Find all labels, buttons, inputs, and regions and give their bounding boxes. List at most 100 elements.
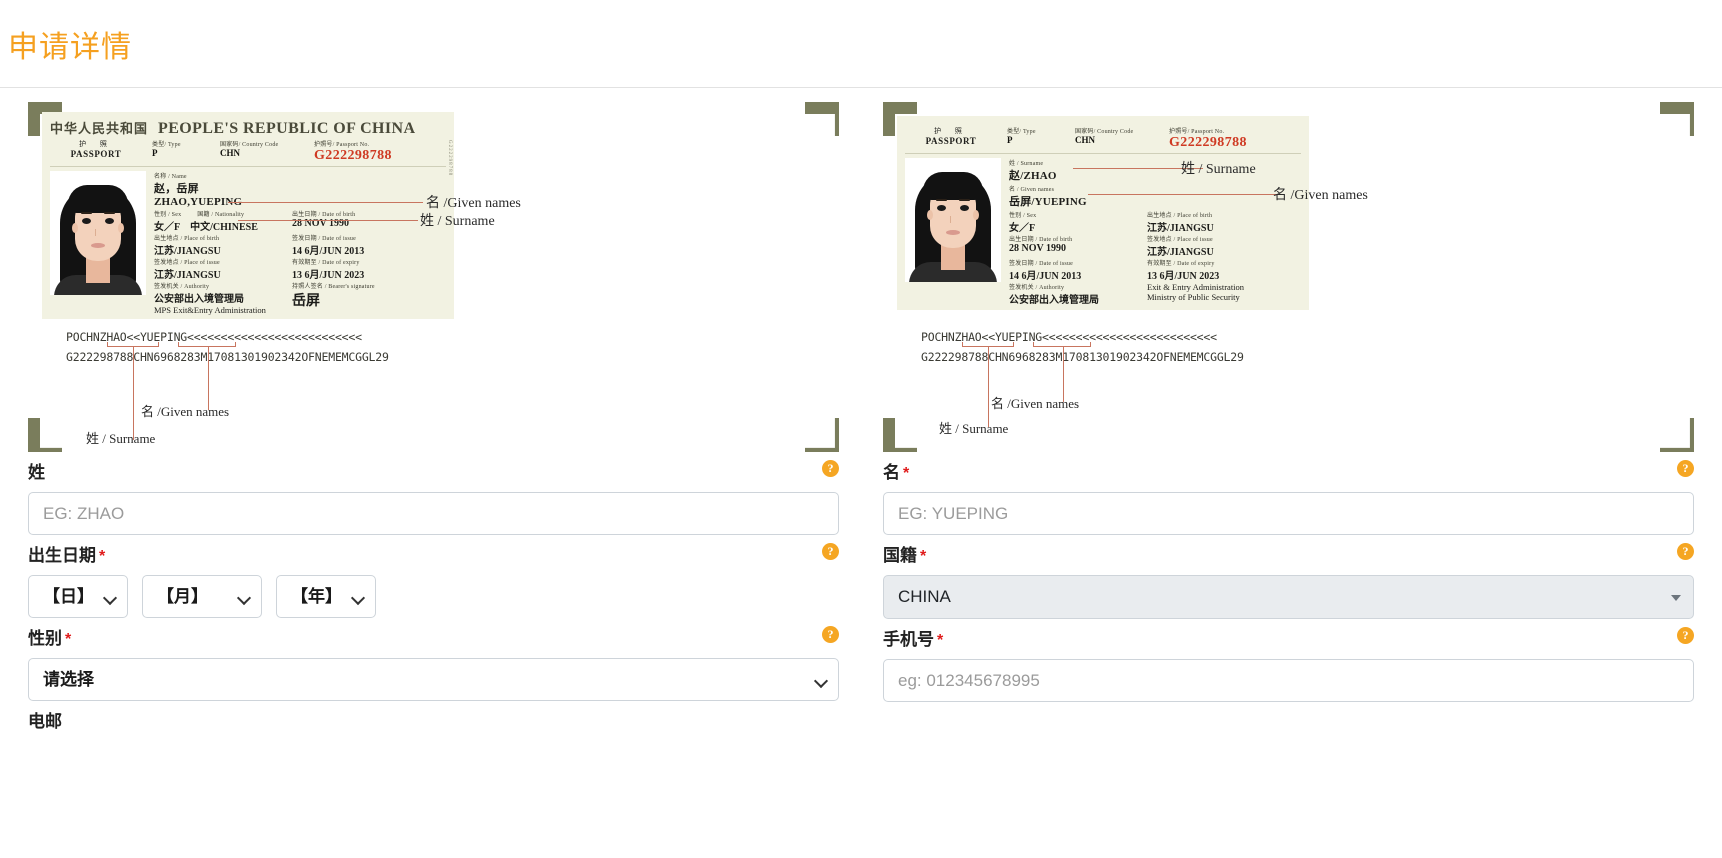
passport-poi-expiry-row: 签发地点 / Place of issue 江苏/JIANGSU 有效期至 / … bbox=[154, 257, 446, 281]
passport-card: G222298788 中华人民共和国 PEOPLE'S REPUBLIC OF … bbox=[42, 112, 454, 319]
year-select[interactable]: 【年】 bbox=[276, 575, 376, 618]
help-icon-nationality[interactable]: ? bbox=[1677, 543, 1694, 560]
passport-sex-value-right: 女／F bbox=[1009, 223, 1036, 234]
required-marker-phone: * bbox=[937, 632, 944, 649]
passport-sex-label-right: 性别 / Sex bbox=[1009, 213, 1037, 219]
passport-card-right: 护 照 PASSPORT 类型/ Type P 国家码/ Country Cod… bbox=[897, 116, 1309, 310]
passport-poi-block-right: 签发地点 / Place of issue 江苏/JIANGSU bbox=[1147, 234, 1214, 258]
label-date-of-birth: 出生日期 * bbox=[28, 541, 839, 566]
phone-input[interactable] bbox=[883, 659, 1694, 702]
nationality-select-value: CHINA bbox=[898, 587, 951, 606]
leader-line-mrz-surname bbox=[133, 347, 134, 440]
help-icon-given-name[interactable]: ? bbox=[1677, 460, 1694, 477]
passport-number-block-right: 护照号/ Passport No. G222298788 bbox=[1169, 126, 1247, 151]
passport-country-code-block-right: 国家码/ Country Code CHN bbox=[1075, 126, 1159, 145]
help-icon-phone[interactable]: ? bbox=[1677, 627, 1694, 644]
leader-line-given-names-right bbox=[1088, 194, 1278, 195]
corner-bracket-top-right bbox=[805, 102, 839, 136]
passport-poi-block: 签发地点 / Place of issue 江苏/JIANGSU bbox=[154, 257, 292, 281]
passport-sex-value: 女／F bbox=[154, 222, 181, 233]
passport-surname-value: 赵/ZHAO bbox=[1009, 170, 1057, 182]
passport-sex-nat-row: 性别 / Sex 国籍 / Nationality 女／F 中文/CHINESE… bbox=[154, 209, 446, 233]
month-select[interactable]: 【月】 bbox=[142, 575, 262, 618]
passport-pob-value-right: 江苏/JIANGSU bbox=[1147, 223, 1214, 234]
passport-sex-label: 性别 / Sex bbox=[154, 212, 182, 218]
passport-authority-cn-right: 公安部出入境管理局 bbox=[1009, 295, 1099, 306]
passport-word-en-right: PASSPORT bbox=[925, 136, 977, 146]
passport-name-cn: 赵，岳屏 bbox=[154, 183, 199, 195]
field-given-name: ? 名 * bbox=[883, 458, 1694, 535]
passport-pob-block-right: 出生地点 / Place of birth 江苏/JIANGSU bbox=[1147, 210, 1214, 234]
passport-authority-en-block-right: Exit & Entry Administration Ministry of … bbox=[1147, 282, 1244, 306]
label-date-of-birth-text: 出生日期 bbox=[28, 546, 96, 565]
passport-doi-label-right: 签发日期 / Date of issue bbox=[1009, 261, 1073, 267]
passport-type-value-right: P bbox=[1007, 135, 1013, 145]
passport-authority-block: 签发机关 / Authority 公安部出入境管理局 MPS Exit&Entr… bbox=[154, 281, 292, 315]
passport-expiry-block: 有效期至 / Date of expiry 13 6月/JUN 2023 bbox=[292, 257, 364, 281]
passport-authority-row-right: 签发机关 / Authority 公安部出入境管理局 Exit & Entry … bbox=[1009, 282, 1301, 306]
passport-authority-label-right: 签发机关 / Authority bbox=[1009, 285, 1065, 291]
passport-authority-en: MPS Exit&Entry Administration bbox=[154, 305, 266, 315]
given-name-input[interactable] bbox=[883, 492, 1694, 535]
passport-doi-block: 签发日期 / Date of issue 14 6月/JUN 2013 bbox=[292, 233, 364, 257]
passport-pob-value: 江苏/JIANGSU bbox=[154, 246, 221, 257]
passport-doi-label: 签发日期 / Date of issue bbox=[292, 236, 356, 242]
passport-number-value: G222298788 bbox=[314, 148, 392, 163]
passport-doi-value: 14 6月/JUN 2013 bbox=[292, 246, 365, 257]
required-marker-gender: * bbox=[65, 631, 72, 648]
passport-country-code-value: CHN bbox=[220, 148, 240, 158]
passport-word-cn: 护 照 bbox=[79, 140, 113, 148]
passport-type-label-right: 类型/ Type bbox=[1007, 129, 1036, 135]
day-select[interactable]: 【日】 bbox=[28, 575, 128, 618]
help-icon-gender[interactable]: ? bbox=[822, 626, 839, 643]
passport-given-label: 名 / Given names bbox=[1009, 187, 1055, 193]
passport-sex-block-right: 性别 / Sex 女／F bbox=[1009, 210, 1147, 234]
label-phone-text: 手机号 bbox=[883, 630, 934, 649]
leader-line-mrz-surname-right bbox=[988, 347, 989, 427]
passport-number-label-right: 护照号/ Passport No. bbox=[1169, 129, 1225, 135]
left-column: G222298788 中华人民共和国 PEOPLE'S REPUBLIC OF … bbox=[28, 88, 839, 741]
nationality-select[interactable]: CHINA bbox=[883, 575, 1694, 619]
passport-number-label: 护照号/ Passport No. bbox=[314, 142, 370, 148]
passport-sample-right: 护 照 PASSPORT 类型/ Type P 国家码/ Country Cod… bbox=[883, 102, 1694, 452]
label-nationality: 国籍 * bbox=[883, 541, 1694, 566]
passport-authority-cn: 公安部出入境管理局 bbox=[154, 294, 244, 305]
right-column: 护 照 PASSPORT 类型/ Type P 国家码/ Country Cod… bbox=[883, 88, 1694, 741]
passport-authority-signature-row: 签发机关 / Authority 公安部出入境管理局 MPS Exit&Entr… bbox=[154, 281, 446, 315]
label-nationality-text: 国籍 bbox=[883, 546, 917, 565]
passport-doi-expiry-row-right: 签发日期 / Date of issue 14 6月/JUN 2013 有效期至… bbox=[1009, 258, 1301, 282]
passport-expiry-label-right: 有效期至 / Date of expiry bbox=[1147, 261, 1215, 267]
passport-mrz-line-2: G222298788CHN6968283M17081301902342OFNEM… bbox=[66, 350, 389, 364]
passport-photo-right bbox=[905, 158, 1001, 282]
passport-type-value: P bbox=[152, 148, 158, 158]
passport-number-block: 护照号/ Passport No. G222298788 bbox=[314, 139, 392, 164]
field-email: 电邮 bbox=[28, 707, 839, 732]
passport-data-fields-right: 姓 / Surname 赵/ZHAO 名 / Given names 岳屏/YU… bbox=[1009, 158, 1301, 306]
label-given-name-text: 名 bbox=[883, 463, 900, 482]
right-form-block: ? 名* ? 国籍* CHINA ? 手机号* bbox=[883, 452, 1694, 702]
passport-pob-block: 出生地点 / Place of birth 江苏/JIANGSU bbox=[154, 233, 292, 257]
help-icon-date-of-birth[interactable]: ? bbox=[822, 543, 839, 560]
passport-country-code-label: 国家码/ Country Code bbox=[220, 142, 279, 148]
label-given-name: 名 * bbox=[883, 458, 1694, 483]
passport-name-label: 名称 / Name bbox=[154, 174, 187, 180]
left-form-block: ? 姓 ? 出生日期* 【日】 【月】 bbox=[28, 452, 839, 732]
passport-data-fields: 名称 / Name 赵，岳屏 ZHAO,YUEPING 性别 / Sex 国籍 … bbox=[154, 171, 446, 315]
required-marker-nationality: * bbox=[920, 548, 927, 565]
passport-main-right: 姓 / Surname 赵/ZHAO 名 / Given names 岳屏/YU… bbox=[905, 158, 1301, 306]
annotation-mrz-given-names: 名 /Given names bbox=[141, 404, 230, 419]
passport-surname-field: 姓 / Surname 赵/ZHAO bbox=[1009, 158, 1301, 183]
passport-authority-en-line1: Exit & Entry Administration bbox=[1147, 282, 1245, 292]
annotation-surname-right: 姓 / Surname bbox=[1181, 162, 1256, 177]
passport-type-block: 类型/ Type P bbox=[152, 139, 210, 158]
passport-expiry-label: 有效期至 / Date of expiry bbox=[292, 260, 360, 266]
passport-sex-pob-row-right: 性别 / Sex 女／F 出生地点 / Place of birth 江苏/JI… bbox=[1009, 210, 1301, 234]
year-select-wrap: 【年】 bbox=[276, 575, 376, 618]
passport-country-code-label-right: 国家码/ Country Code bbox=[1075, 129, 1134, 135]
help-icon-surname[interactable]: ? bbox=[822, 460, 839, 477]
surname-input[interactable] bbox=[28, 492, 839, 535]
label-surname: 姓 bbox=[28, 463, 45, 482]
gender-select[interactable]: 请选择 bbox=[28, 658, 839, 701]
passport-authority-label: 签发机关 / Authority bbox=[154, 284, 210, 290]
passport-signature-block: 持照人签名 / Bearer's signature 岳屏 bbox=[292, 281, 375, 315]
